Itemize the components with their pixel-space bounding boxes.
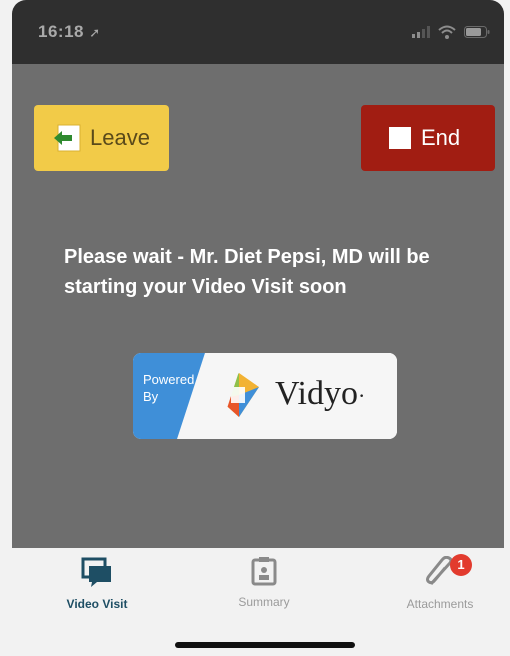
powered-by-text: Powered By bbox=[143, 372, 195, 404]
end-button[interactable]: End bbox=[361, 105, 495, 171]
tab-video-visit[interactable]: Video Visit bbox=[37, 556, 157, 611]
exit-icon bbox=[54, 124, 81, 152]
leave-label: Leave bbox=[90, 125, 150, 150]
status-bar: 16:18 ➚ bbox=[12, 0, 504, 64]
tab-bar: Video Visit Summary 1 Attachments bbox=[12, 548, 504, 656]
end-label: End bbox=[421, 125, 461, 150]
signal-icon bbox=[412, 26, 430, 38]
clipboard-icon bbox=[251, 557, 277, 586]
tab-label: Video Visit bbox=[66, 597, 128, 611]
powered-by-vidyo-badge: Powered By Vidyo· bbox=[133, 353, 397, 439]
tab-label: Summary bbox=[238, 595, 290, 609]
status-icons bbox=[412, 25, 490, 39]
video-area: Leave End Please wait - Mr. Diet Pepsi, … bbox=[12, 64, 504, 548]
video-chat-icon bbox=[81, 557, 111, 587]
battery-icon bbox=[464, 26, 490, 38]
status-time: 16:18 ➚ bbox=[38, 22, 101, 41]
location-arrow-icon: ➚ bbox=[89, 25, 101, 40]
wait-message: Please wait - Mr. Diet Pepsi, MD will be… bbox=[64, 246, 430, 298]
home-indicator[interactable] bbox=[175, 642, 355, 648]
leave-button[interactable]: Leave bbox=[34, 105, 169, 171]
tab-attachments[interactable]: 1 Attachments bbox=[380, 554, 500, 611]
vidyo-wordmark: Vidyo· bbox=[275, 375, 366, 412]
wifi-icon bbox=[438, 25, 456, 39]
notification-badge: 1 bbox=[450, 554, 472, 576]
stop-icon bbox=[389, 127, 411, 149]
phone-screen: 16:18 ➚ Leave End Please wait - Mr. Diet… bbox=[0, 0, 510, 656]
tab-summary[interactable]: Summary bbox=[204, 556, 324, 609]
tab-label: Attachments bbox=[406, 597, 474, 611]
